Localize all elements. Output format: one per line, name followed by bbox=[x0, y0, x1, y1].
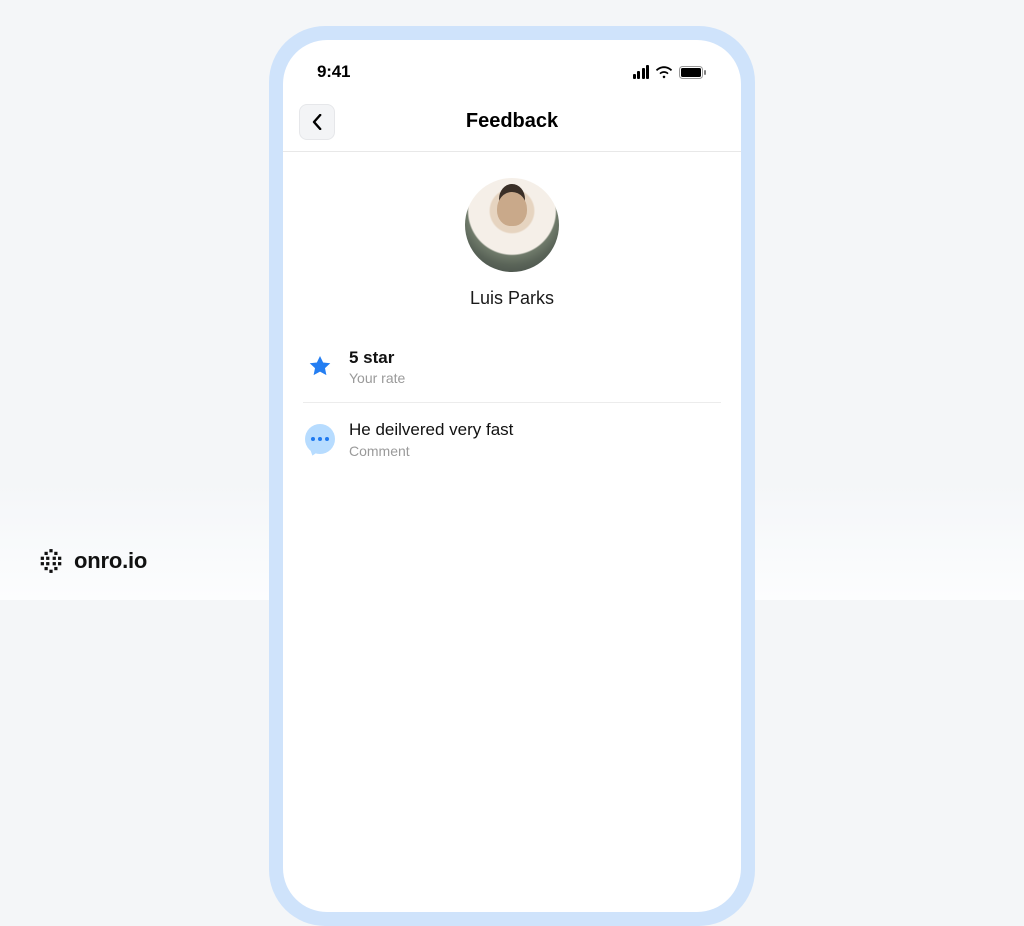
status-indicators bbox=[633, 65, 708, 79]
back-button[interactable] bbox=[299, 104, 335, 140]
comment-row[interactable]: He deilvered very fast Comment bbox=[303, 402, 721, 474]
profile-name: Luis Parks bbox=[470, 288, 554, 309]
rating-row[interactable]: 5 star Your rate bbox=[303, 331, 721, 402]
phone-frame: 9:41 Feedback bbox=[269, 26, 755, 926]
comment-text: He deilvered very fast bbox=[349, 419, 513, 440]
feedback-list: 5 star Your rate He deilvered very fast … bbox=[283, 331, 741, 475]
star-icon bbox=[307, 354, 333, 380]
rating-value: 5 star bbox=[349, 347, 405, 368]
profile-section: Luis Parks bbox=[283, 152, 741, 331]
comment-label: Comment bbox=[349, 443, 513, 459]
avatar bbox=[465, 178, 559, 272]
battery-icon bbox=[679, 66, 707, 79]
cellular-icon bbox=[633, 65, 650, 79]
rating-label: Your rate bbox=[349, 370, 405, 386]
status-time: 9:41 bbox=[317, 62, 350, 82]
watermark-text: onro.io bbox=[74, 548, 147, 574]
wifi-icon bbox=[655, 66, 673, 79]
phone-screen: 9:41 Feedback bbox=[283, 40, 741, 912]
header: Feedback bbox=[283, 92, 741, 152]
status-bar: 9:41 bbox=[283, 40, 741, 92]
globe-icon bbox=[38, 548, 64, 574]
page-title: Feedback bbox=[283, 110, 741, 133]
chevron-left-icon bbox=[312, 114, 322, 130]
comment-icon bbox=[305, 424, 335, 454]
watermark: onro.io bbox=[38, 548, 147, 574]
